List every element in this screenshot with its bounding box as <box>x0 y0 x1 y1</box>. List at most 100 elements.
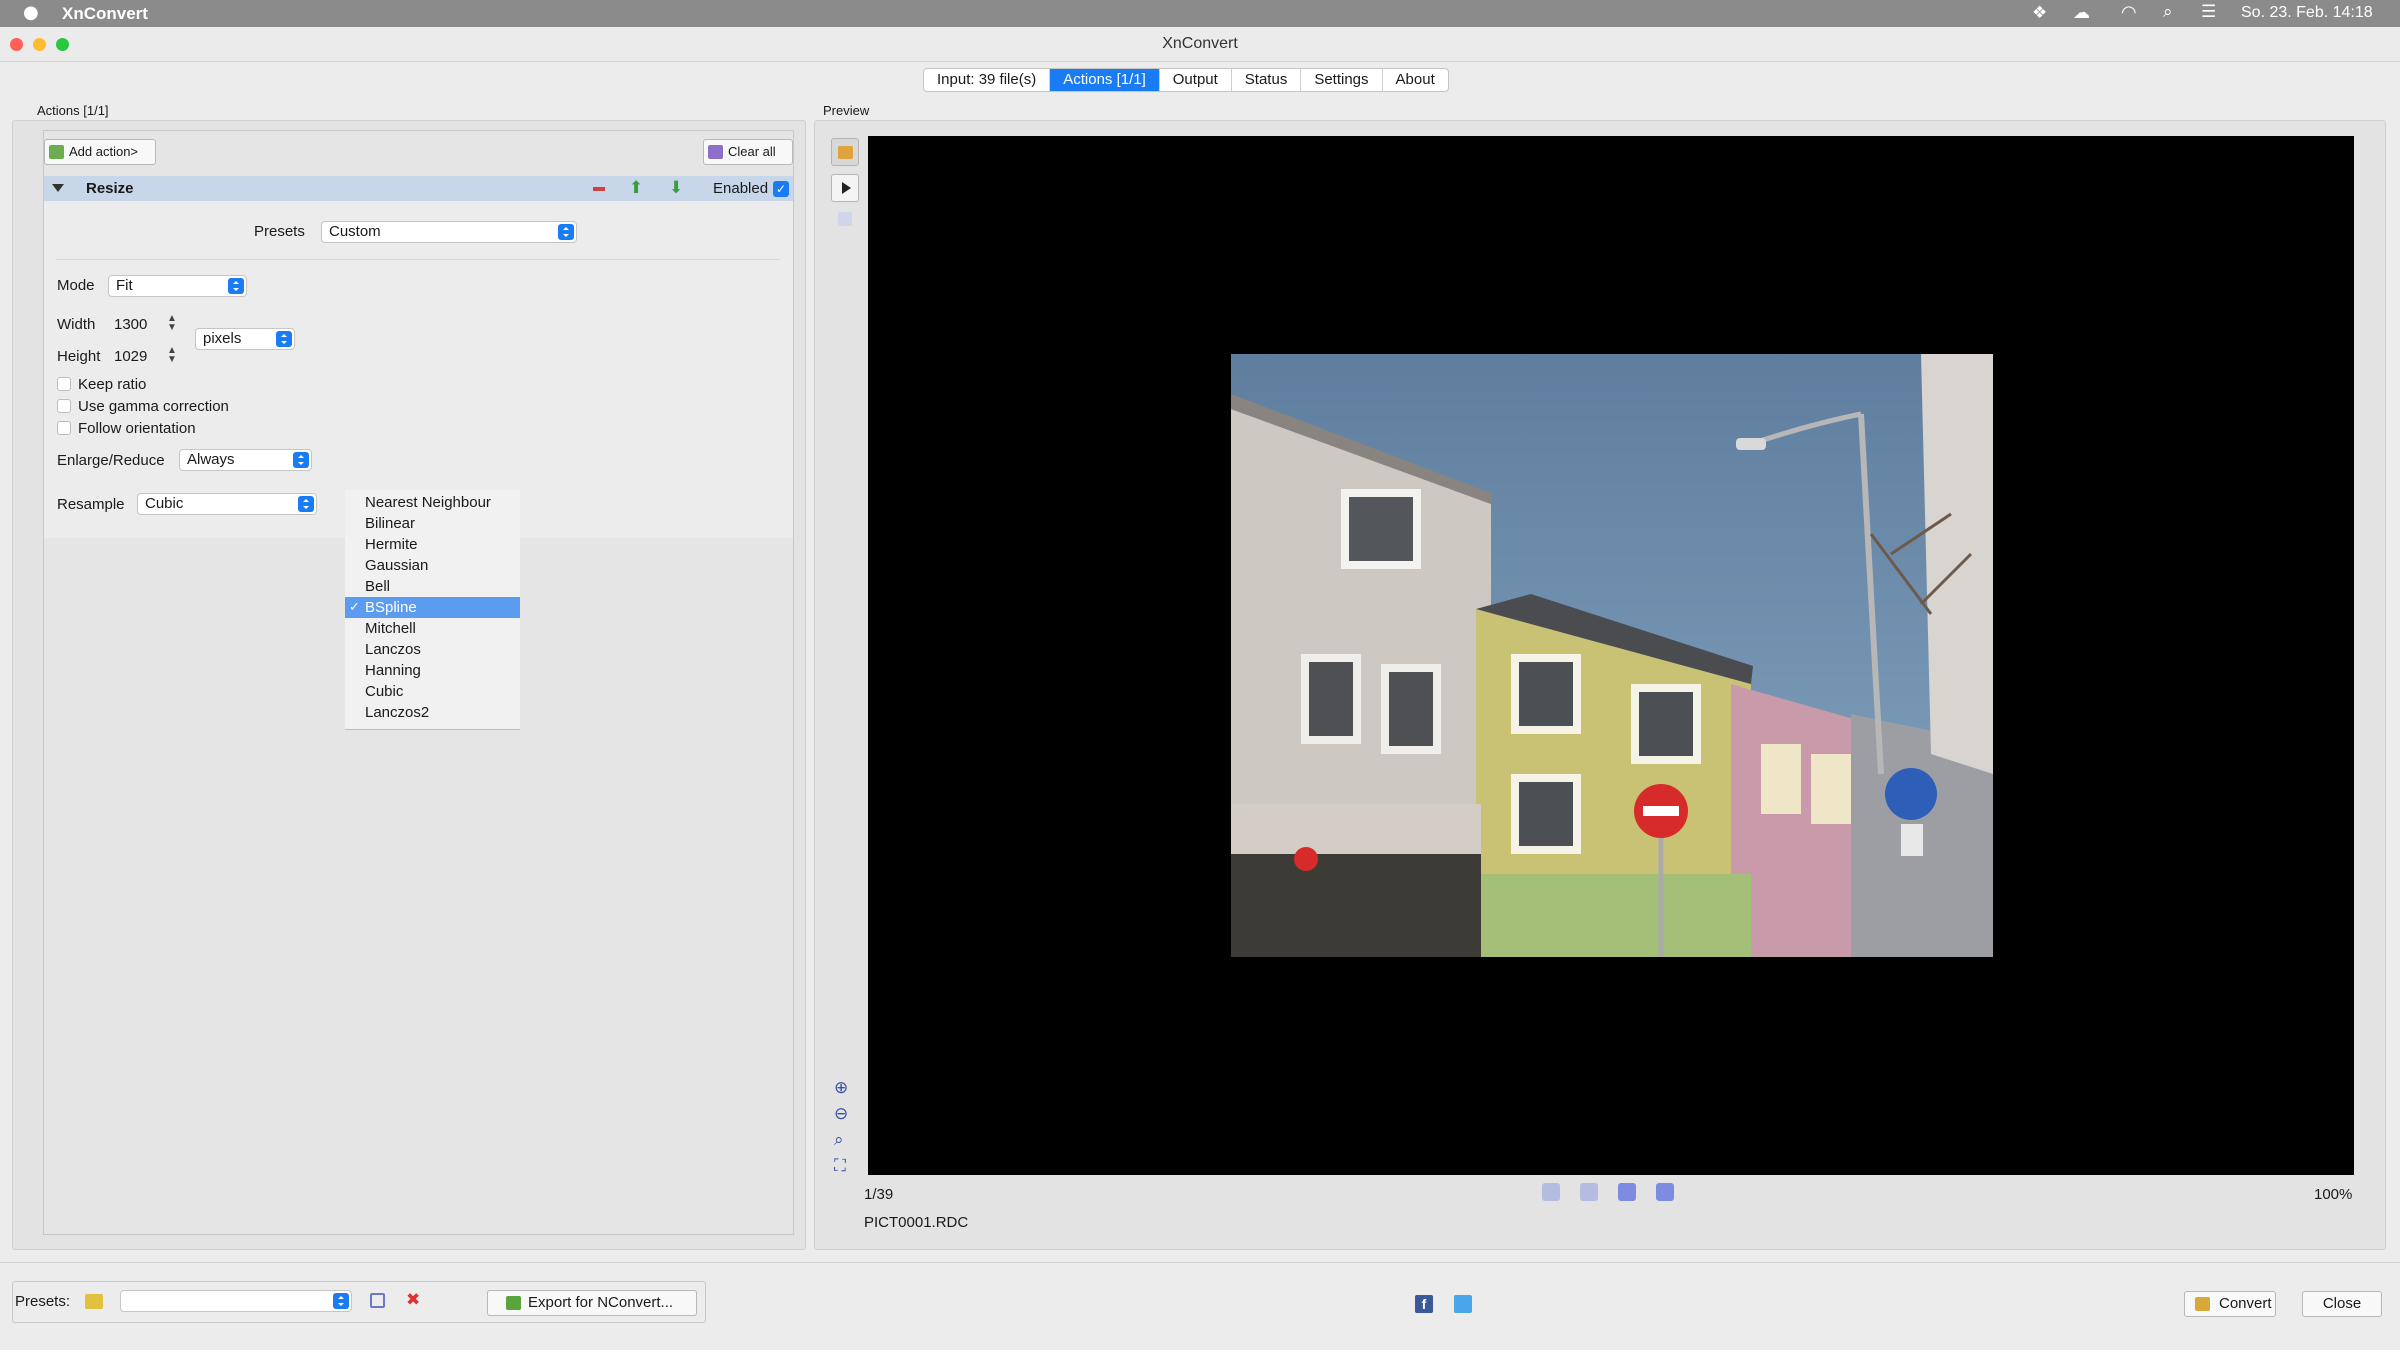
resample-option[interactable]: Hermite <box>345 534 520 555</box>
add-action-button[interactable]: Add action> <box>44 139 156 165</box>
street-photo-illustration <box>1231 354 1993 957</box>
keep-ratio-label[interactable]: Keep ratio <box>78 376 146 393</box>
resample-option[interactable]: Lanczos2 <box>345 702 520 723</box>
preview-heading: Preview <box>823 103 870 118</box>
presets-select[interactable] <box>120 1290 352 1312</box>
convert-icon <box>2195 1297 2210 1311</box>
resample-label: Resample <box>57 496 125 513</box>
preview-image <box>1231 354 1993 957</box>
preview-settings-icon <box>838 146 853 159</box>
resample-option[interactable]: Mitchell <box>345 618 520 639</box>
resample-option[interactable]: Nearest Neighbour <box>345 492 520 513</box>
resample-option[interactable]: Cubic <box>345 681 520 702</box>
zoom-in-icon[interactable]: ⊕ <box>834 1078 854 1098</box>
menubar: ● XnConvert ❖ ☁ ◠ ⌕ ☰ So. 23. Feb. 14:18 <box>0 0 2400 27</box>
export-icon <box>506 1296 521 1310</box>
height-stepper[interactable]: ▲ ▼ <box>167 346 177 366</box>
mode-dropdown[interactable]: Fit <box>108 275 247 297</box>
preview-filename: PICT0001.RDC <box>864 1214 969 1231</box>
convert-label: Convert <box>2219 1295 2272 1312</box>
tab-status[interactable]: Status <box>1232 69 1302 91</box>
tab-about[interactable]: About <box>1383 69 1448 91</box>
resize-action-title: Resize <box>86 180 134 197</box>
save-preset-icon[interactable] <box>370 1293 385 1308</box>
bottom-divider <box>0 1262 2400 1263</box>
first-image-icon[interactable] <box>1542 1183 1560 1201</box>
clear-all-label: Clear all <box>728 144 776 159</box>
presets-value: Custom <box>329 223 381 240</box>
preview-zoom-level: 100% <box>2314 1186 2353 1203</box>
width-input[interactable]: 1300 <box>114 314 162 336</box>
clear-all-icon <box>708 145 723 159</box>
resample-option[interactable]: Bell <box>345 576 520 597</box>
delete-preset-icon[interactable]: ✖ <box>406 1290 420 1310</box>
apple-icon[interactable]: ● <box>23 2 39 23</box>
resample-options-list: Nearest Neighbour Bilinear Hermite Gauss… <box>345 490 520 730</box>
play-icon <box>842 182 851 194</box>
checkmark-icon: ✓ <box>349 600 360 615</box>
resize-action-body <box>44 201 793 538</box>
zoom-actual-icon[interactable]: ⌕ <box>834 1130 854 1150</box>
remove-action-icon[interactable] <box>593 187 605 191</box>
resample-dropdown[interactable]: Cubic <box>137 493 317 515</box>
export-nconvert-label: Export for NConvert... <box>528 1294 674 1311</box>
divider <box>56 259 780 260</box>
previous-image-icon[interactable] <box>1580 1183 1598 1201</box>
unit-dropdown[interactable]: pixels <box>195 328 295 350</box>
keep-ratio-checkbox[interactable] <box>57 377 71 391</box>
compare-icon[interactable] <box>838 212 852 226</box>
resample-option[interactable]: Hanning <box>345 660 520 681</box>
gamma-correction-checkbox[interactable] <box>57 399 71 413</box>
resample-option-selected[interactable]: ✓ BSpline <box>345 597 520 618</box>
tab-output[interactable]: Output <box>1160 69 1232 91</box>
close-button[interactable]: Close <box>2302 1291 2382 1317</box>
resample-option[interactable]: Bilinear <box>345 513 520 534</box>
collapse-triangle-icon[interactable] <box>52 184 64 192</box>
facebook-icon[interactable]: f <box>1415 1295 1433 1313</box>
play-button[interactable] <box>831 174 859 202</box>
tab-settings[interactable]: Settings <box>1301 69 1383 91</box>
main-tabs: Input: 39 file(s) Actions [1/1] Output S… <box>923 68 1449 92</box>
move-up-icon[interactable]: ⬆ <box>629 178 643 198</box>
tab-input[interactable]: Input: 39 file(s) <box>924 69 1051 91</box>
resample-option[interactable]: Lanczos <box>345 639 520 660</box>
menubar-clock[interactable]: So. 23. Feb. 14:18 <box>2241 4 2373 22</box>
presets-dropdown[interactable]: Custom <box>321 221 577 243</box>
enlarge-reduce-dropdown[interactable]: Always <box>179 449 312 471</box>
mode-value: Fit <box>116 277 133 294</box>
next-image-icon[interactable] <box>1618 1183 1636 1201</box>
mode-label: Mode <box>57 277 95 294</box>
width-stepper[interactable]: ▲ ▼ <box>167 314 177 334</box>
last-image-icon[interactable] <box>1656 1183 1674 1201</box>
add-action-icon <box>49 145 64 159</box>
chevron-updown-icon <box>558 224 574 240</box>
width-label: Width <box>57 316 96 333</box>
menubar-app-name[interactable]: XnConvert <box>62 4 148 24</box>
preview-counter: 1/39 <box>864 1186 894 1203</box>
gamma-correction-label[interactable]: Use gamma correction <box>78 398 229 415</box>
resample-option[interactable]: Gaussian <box>345 555 520 576</box>
resample-option-label: BSpline <box>365 599 417 616</box>
height-input[interactable]: 1029 <box>114 346 162 368</box>
follow-orientation-checkbox[interactable] <box>57 421 71 435</box>
tab-actions[interactable]: Actions [1/1] <box>1050 69 1160 91</box>
creative-cloud-icon[interactable]: ☁ <box>2073 3 2090 23</box>
enabled-checkbox[interactable]: ✓ <box>773 181 789 197</box>
export-nconvert-button[interactable]: Export for NConvert... <box>487 1290 697 1316</box>
move-down-icon[interactable]: ⬇ <box>669 178 683 198</box>
resample-value: Cubic <box>145 495 184 512</box>
spotlight-search-icon[interactable]: ⌕ <box>2163 2 2173 22</box>
wifi-icon[interactable]: ◠ <box>2121 2 2137 23</box>
open-preset-icon[interactable] <box>85 1294 103 1309</box>
zoom-out-icon[interactable]: ⊖ <box>834 1104 854 1124</box>
convert-button[interactable]: Convert <box>2184 1291 2276 1317</box>
preview-settings-button[interactable] <box>831 138 859 166</box>
follow-orientation-label[interactable]: Follow orientation <box>78 420 196 437</box>
bottom-presets-label: Presets: <box>15 1293 71 1310</box>
control-center-icon[interactable]: ☰ <box>2201 2 2216 22</box>
clear-all-button[interactable]: Clear all <box>703 139 793 165</box>
twitter-icon[interactable] <box>1454 1295 1472 1313</box>
unit-value: pixels <box>203 330 242 347</box>
zoom-fit-icon[interactable]: ⛶ <box>834 1156 854 1176</box>
dropbox-icon[interactable]: ❖ <box>2032 3 2047 23</box>
